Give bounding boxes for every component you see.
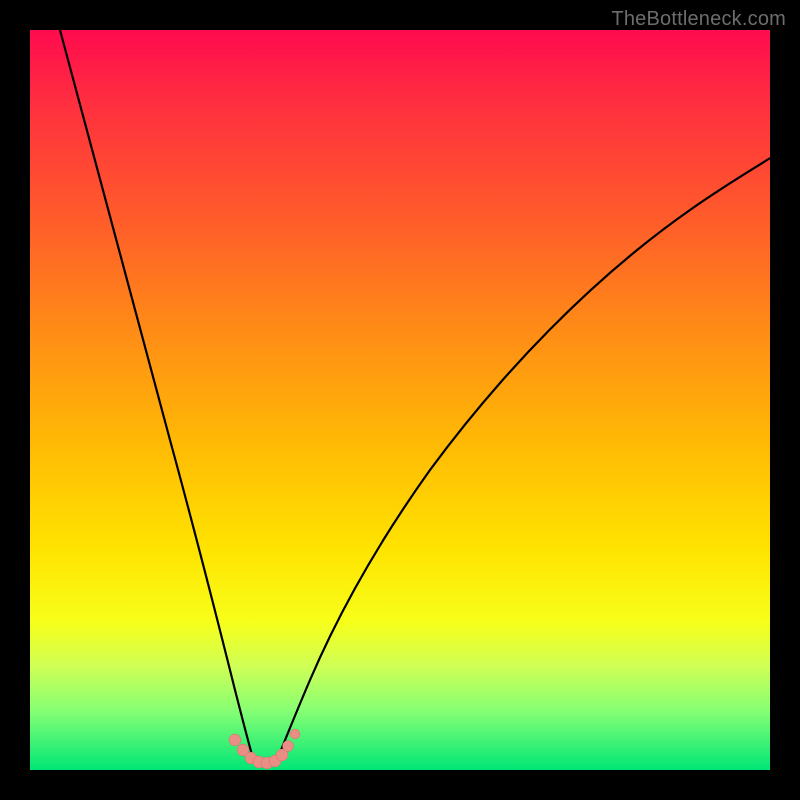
chart-frame: TheBottleneck.com [0, 0, 800, 800]
plot-svg [30, 30, 770, 770]
watermark-text: TheBottleneck.com [611, 8, 786, 31]
curve-left-branch [60, 30, 255, 765]
curve-right-branch [275, 158, 770, 765]
plot-area [30, 30, 770, 770]
valley-markers [229, 729, 300, 769]
